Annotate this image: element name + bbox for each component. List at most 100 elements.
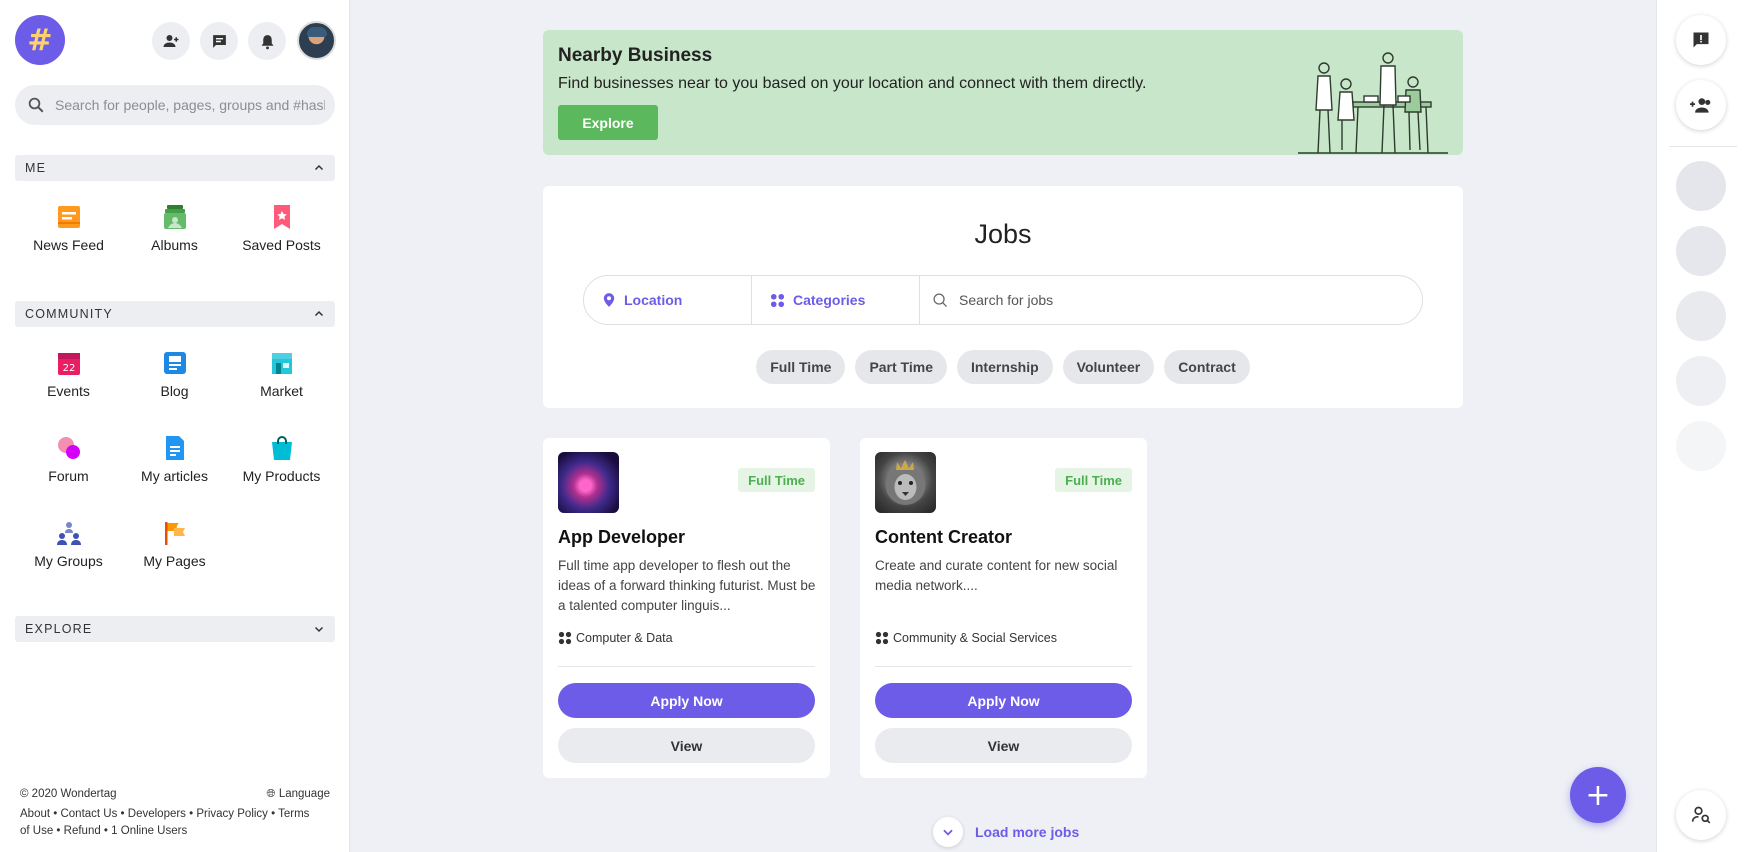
shopping-bag-icon [271,436,292,460]
forum-icon [57,437,80,459]
bell-icon [261,34,273,49]
menu-item-albums[interactable]: Albums [121,203,228,253]
job-thumbnail[interactable] [558,452,619,513]
calendar-icon: 22 [57,353,80,375]
add-friend-button[interactable] [152,22,190,60]
create-new-button[interactable]: + [1570,767,1626,823]
menu-item-my-pages[interactable]: My Pages [121,519,228,569]
apply-now-button[interactable]: Apply Now [875,683,1132,718]
footer-links-2[interactable]: of Use • Refund • 1 Online Users [20,823,330,840]
menu-item-my-groups[interactable]: My Groups [15,519,122,569]
categories-icon [770,293,785,307]
menu-item-market[interactable]: Market [228,349,335,399]
global-search-input[interactable] [55,97,325,113]
menu-label: Saved Posts [242,237,321,253]
job-search-input[interactable] [959,292,1359,308]
categories-icon [875,631,889,645]
chevron-down-icon [314,626,324,633]
blog-icon [163,352,186,374]
chip-full-time[interactable]: Full Time [756,350,846,384]
section-explore-title: EXPLORE [25,622,93,636]
chat-alert-icon [1693,32,1709,48]
user-search-icon [1691,806,1711,824]
load-more-jobs[interactable]: Load more jobs [933,817,1079,847]
banner-title: Nearby Business [558,45,713,66]
plus-icon: + [1585,777,1611,813]
svg-text:22: 22 [62,363,75,374]
divider [875,666,1132,667]
bookmark-icon [273,205,290,229]
section-me-header[interactable]: ME [15,155,335,181]
categories-icon [558,631,572,645]
message-icon [212,34,226,48]
menu-item-forum[interactable]: Forum [15,434,122,484]
market-icon [271,353,292,374]
chip-contract[interactable]: Contract [1164,350,1250,384]
job-category: Community & Social Services [875,631,1057,645]
search-users-button[interactable] [1676,790,1726,840]
online-user-placeholder [1676,226,1726,276]
view-job-button[interactable]: View [558,728,815,763]
groups-icon [56,522,81,545]
online-user-placeholder [1676,421,1726,471]
online-user-placeholder [1676,161,1726,211]
chip-internship[interactable]: Internship [956,350,1053,384]
globe-icon: 🌐︎ [266,788,276,800]
location-filter[interactable]: Location [584,276,752,324]
job-title[interactable]: App Developer [558,527,685,548]
categories-filter[interactable]: Categories [752,276,920,324]
menu-label: Blog [160,383,189,399]
section-explore-header[interactable]: EXPLORE [15,616,335,642]
chip-volunteer[interactable]: Volunteer [1062,350,1155,384]
chevron-up-icon [314,164,324,171]
menu-label: Forum [48,468,89,484]
chip-part-time[interactable]: Part Time [855,350,947,384]
chevron-up-icon [314,310,324,317]
job-category-label: Computer & Data [576,631,673,645]
location-pin-icon [603,293,615,307]
footer-links-1[interactable]: About • Contact Us • Developers • Privac… [20,806,330,823]
job-thumbnail[interactable] [875,452,936,513]
job-title[interactable]: Content Creator [875,527,1012,548]
job-category-label: Community & Social Services [893,631,1057,645]
search-icon [933,292,947,307]
divider [558,666,815,667]
load-more-label: Load more jobs [975,824,1080,840]
menu-label: My articles [141,468,208,484]
job-type-chips: Full Time Part Time Internship Volunteer… [543,350,1463,384]
hashtag-logo[interactable]: # [15,15,65,65]
menu-item-saved-posts[interactable]: Saved Posts [228,203,335,253]
jobs-filter-bar: Location Categories [583,275,1423,325]
language-label: Language [278,788,330,800]
flag-icon [164,522,185,545]
job-card-content-creator: Full Time Content Creator Create and cur… [860,438,1147,778]
online-user-placeholder [1676,291,1726,341]
menu-item-my-products[interactable]: My Products [228,434,335,484]
menu-item-news-feed[interactable]: News Feed [15,203,122,253]
notifications-button[interactable] [248,22,286,60]
menu-label: Albums [151,237,198,253]
language-selector[interactable]: 🌐︎ Language [266,786,330,803]
menu-label: My Pages [143,553,206,569]
global-search [15,85,335,125]
menu-item-events[interactable]: 22 Events [15,349,122,399]
job-card-app-developer: Full Time App Developer Full time app de… [543,438,830,778]
job-search-field [920,292,1422,309]
menu-item-blog[interactable]: Blog [121,349,228,399]
menu-item-my-articles[interactable]: My articles [121,434,228,484]
job-type-badge: Full Time [1055,468,1132,492]
group-chat-button[interactable] [1676,80,1726,130]
feedback-button[interactable] [1676,15,1726,65]
view-job-button[interactable]: View [875,728,1132,763]
apply-now-button[interactable]: Apply Now [558,683,815,718]
nearby-business-banner: Nearby Business Find businesses near to … [543,30,1463,155]
section-community-title: COMMUNITY [25,307,113,321]
user-avatar[interactable] [297,21,336,60]
job-description: Create and curate content for new social… [875,558,1118,593]
messages-button[interactable] [200,22,238,60]
section-community-header[interactable]: COMMUNITY [15,301,335,327]
explore-button[interactable]: Explore [558,105,658,140]
jobs-search-card: Jobs Location Categories Full Time Part … [543,186,1463,408]
lion-icon [885,460,926,505]
business-meeting-illustration [1298,52,1448,154]
